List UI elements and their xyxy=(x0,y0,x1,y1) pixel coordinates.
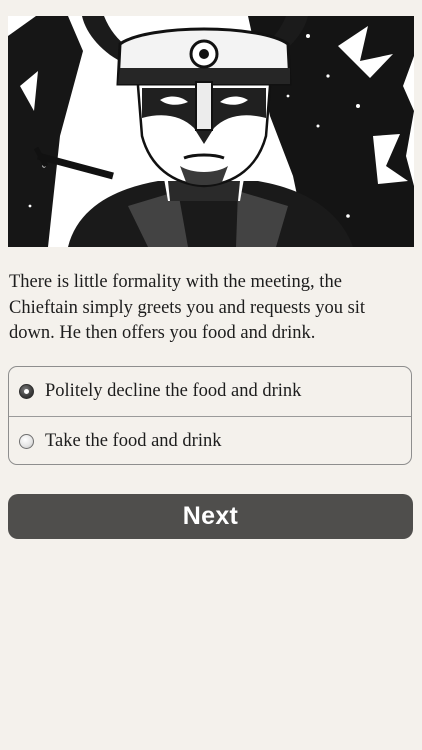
choice-label: Take the food and drink xyxy=(45,430,222,451)
story-text: There is little formality with the meeti… xyxy=(9,272,366,343)
choice-label: Politely decline the food and drink xyxy=(45,381,302,401)
choice-decline-food[interactable]: Politely decline the food and drink xyxy=(9,367,411,416)
radio-unselected-icon[interactable] xyxy=(19,433,34,449)
radio-selected-icon[interactable] xyxy=(19,384,34,399)
chieftain-illustration xyxy=(8,16,414,247)
chieftain-portrait-image xyxy=(8,16,414,247)
next-button[interactable]: Next xyxy=(8,494,413,539)
choice-list: Politely decline the food and drink Take… xyxy=(8,366,412,465)
choice-take-food[interactable]: Take the food and drink xyxy=(9,416,411,464)
